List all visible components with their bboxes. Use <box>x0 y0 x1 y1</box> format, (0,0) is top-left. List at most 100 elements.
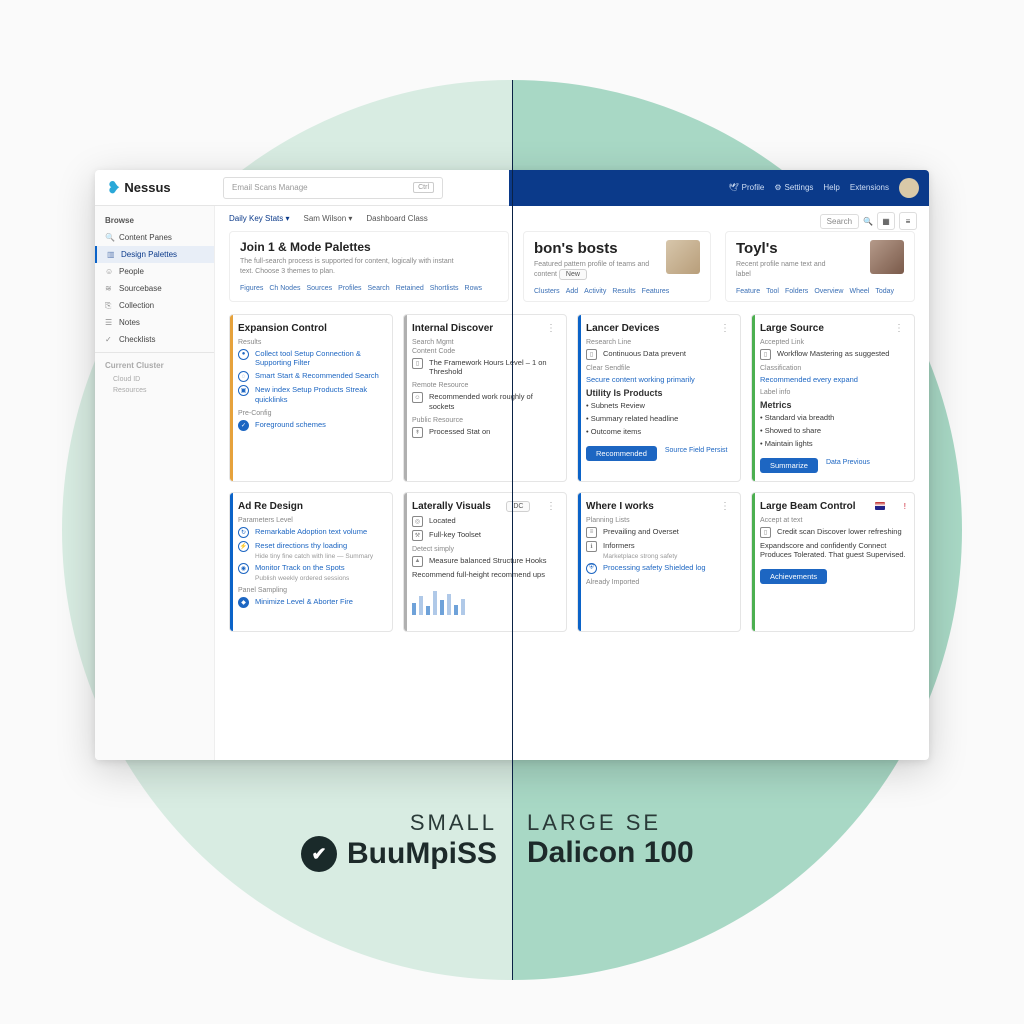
chip[interactable]: Rows <box>465 285 483 292</box>
card-item[interactable]: ◆Minimize Level & Aborter Fire <box>238 597 384 608</box>
chip[interactable]: Clusters <box>534 288 560 295</box>
chip[interactable]: Folders <box>785 288 808 295</box>
archive-icon: ☰ <box>105 318 114 327</box>
achievements-button[interactable]: Achievements <box>760 569 827 584</box>
card-internal-discover: Internal Discover ⋮ Search Mgmt Content C… <box>403 314 567 482</box>
right-search-input[interactable]: Search <box>820 214 859 229</box>
list-view-button[interactable]: ≡ <box>899 212 917 230</box>
sidebar-item-collection[interactable]: ⎘Collection <box>95 297 214 314</box>
nav-profile[interactable]: 🕊 Profile <box>728 183 764 192</box>
chip[interactable]: Results <box>612 288 635 295</box>
recommended-button[interactable]: Recommended <box>586 446 657 461</box>
card-title: Internal Discover <box>412 323 493 334</box>
top-nav: 🕊 Profile ⚙ Settings Help Extensions <box>509 170 929 206</box>
cap-right-small: LARGE SE <box>527 810 661 836</box>
nav-extensions[interactable]: Extensions <box>850 183 889 192</box>
profile-photo[interactable] <box>870 240 904 274</box>
search-input[interactable]: Email Scans Manage Ctrl <box>223 177 443 199</box>
chip[interactable]: Search <box>368 285 390 292</box>
card-item[interactable]: ↻Remarkable Adoption text volume <box>238 527 384 538</box>
kebab-icon[interactable]: ⋮ <box>546 323 558 334</box>
card-item[interactable]: ✓Foreground schemes <box>238 420 384 431</box>
app-logo[interactable]: ❥ Nessus <box>95 178 215 198</box>
chip[interactable]: Shortlists <box>430 285 459 292</box>
card-item[interactable]: ◌Smart Start & Recommended Search <box>238 371 384 382</box>
sidebar-sub-2[interactable]: Resources <box>95 385 214 396</box>
summarize-button[interactable]: Summarize <box>760 458 818 473</box>
search-icon: 🔍 <box>105 233 114 242</box>
person-icon: ☺ <box>412 392 423 403</box>
chip[interactable]: Add <box>566 288 578 295</box>
card-title: Ad Re Design <box>238 501 303 512</box>
search-icon: 🔍 <box>863 217 873 226</box>
card-item: ⚒Full-key Toolset <box>412 530 558 541</box>
badge-new: New <box>559 269 587 280</box>
list-item: • Outcome items <box>586 427 732 437</box>
card-laterally-visuals: Laterally Visuals DC ⋮ ◎Located ⚒Full-ke… <box>403 492 567 632</box>
tab-daily-stats[interactable]: Daily Key Stats ▾ <box>229 214 289 223</box>
kebab-icon[interactable]: ⋮ <box>894 323 906 334</box>
arrow-icon: ↻ <box>238 527 249 538</box>
sidebar-item-people[interactable]: ☺People <box>95 263 214 280</box>
comparison-caption: SMALL ✔ BuuMpiSS LARGE SE Dalicon 100 <box>0 810 1024 872</box>
main-content: Daily Key Stats ▾ Sam Wilson ▾ Dashboard… <box>215 206 929 760</box>
card-label: Public Resource <box>412 417 558 424</box>
card-item[interactable]: ⛨Processing safety Shielded log <box>586 563 732 574</box>
card-label: Search Mgmt <box>412 339 558 346</box>
card-item[interactable]: ●Collect tool Setup Connection & Support… <box>238 349 384 369</box>
profile-photo[interactable] <box>666 240 700 274</box>
sidebar-item-notes[interactable]: ☰Notes <box>95 314 214 331</box>
kebab-icon[interactable]: ⋮ <box>546 501 558 512</box>
sidebar-item-content[interactable]: 🔍Content Panes <box>95 229 214 246</box>
chip[interactable]: Features <box>642 288 670 295</box>
chip[interactable]: Activity <box>584 288 606 295</box>
database-icon: ≋ <box>105 284 114 293</box>
chip[interactable]: Overview <box>814 288 843 295</box>
chip[interactable]: Retained <box>396 285 424 292</box>
tab-sam-wilson[interactable]: Sam Wilson ▾ <box>303 214 352 223</box>
layers-icon: ▣ <box>238 385 249 396</box>
list-item: • Maintain lights <box>760 439 906 449</box>
card-expansion-control: Expansion Control Results ●Collect tool … <box>229 314 393 482</box>
tool-icon: ⚒ <box>412 530 423 541</box>
kebab-icon[interactable]: ⋮ <box>720 323 732 334</box>
card-item[interactable]: ⚡Reset directions thy loading <box>238 541 384 552</box>
card-item: ▯Continuous Data prevent <box>586 349 732 360</box>
sidebar-sub-1[interactable]: Cloud ID <box>95 374 214 385</box>
card-label: Accepted Link <box>760 339 906 346</box>
chip[interactable]: Tool <box>766 288 779 295</box>
card-item[interactable]: ◉Monitor Track on the Spots <box>238 563 384 574</box>
chip[interactable]: Today <box>875 288 894 295</box>
tab-dashboard-class[interactable]: Dashboard Class <box>366 214 427 223</box>
sidebar-item-checklists[interactable]: ✓Checklists <box>95 331 214 348</box>
grid-view-button[interactable]: ▦ <box>877 212 895 230</box>
card-item[interactable]: Secure content working primarily <box>586 375 732 385</box>
card-large-beam-control: Large Beam Control ! Accept at text ▯Cre… <box>751 492 915 632</box>
card-link[interactable]: Source Field Persist <box>665 447 728 454</box>
chip[interactable]: Figures <box>240 285 263 292</box>
flag-icon <box>875 502 885 510</box>
chip[interactable]: Sources <box>306 285 332 292</box>
card-item: ▯Credit scan Discover lower refreshing <box>760 527 906 538</box>
bolt-icon: ⚡ <box>238 541 249 552</box>
sidebar-item-palettes[interactable]: ▥Design Palettes <box>95 246 214 263</box>
nav-help[interactable]: Help <box>823 183 839 192</box>
signal-icon: ↟ <box>412 427 423 438</box>
card-sublabel: Content Code <box>412 348 558 355</box>
nav-settings[interactable]: ⚙ Settings <box>774 183 813 192</box>
card-label: Already Imported <box>586 579 732 586</box>
card-item[interactable]: ▣New index Setup Products Streak quickli… <box>238 385 384 405</box>
card-link[interactable]: Data Previous <box>826 459 870 466</box>
mini-bar-chart <box>412 585 558 615</box>
profile-card-1: Join 1 & Mode Palettes The full-search p… <box>229 231 509 302</box>
kebab-icon[interactable]: ⋮ <box>720 501 732 512</box>
chip[interactable]: Feature <box>736 288 760 295</box>
card-item[interactable]: Recommended every expand <box>760 375 906 385</box>
chip[interactable]: Ch Nodes <box>269 285 300 292</box>
chip[interactable]: Wheel <box>850 288 870 295</box>
user-avatar[interactable] <box>899 178 919 198</box>
sidebar-item-sourcebase[interactable]: ≋Sourcebase <box>95 280 214 297</box>
grid-icon: ▦ <box>882 217 890 226</box>
cap-right-big: Dalicon 100 <box>527 836 694 870</box>
chip[interactable]: Profiles <box>338 285 361 292</box>
